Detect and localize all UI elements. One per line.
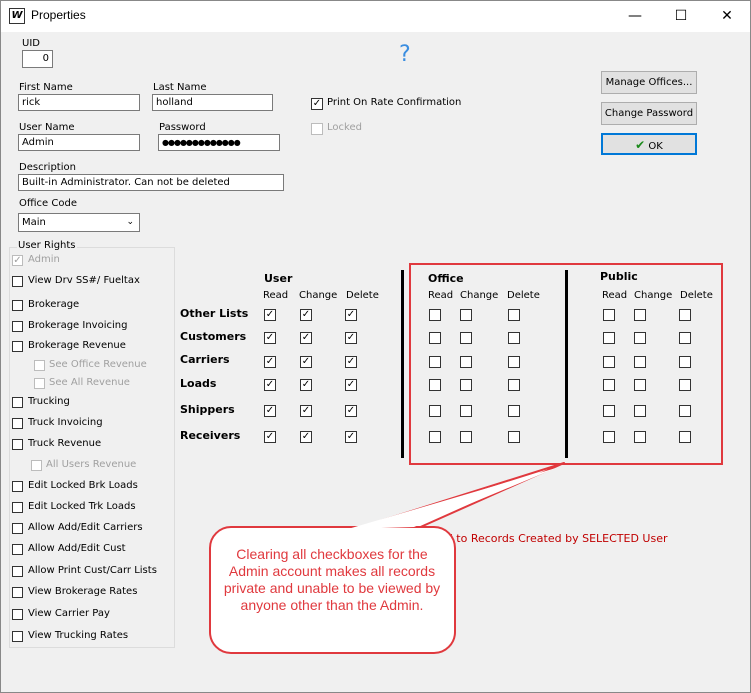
callout-text: Clearing all checkboxes for the Admin ac… <box>223 546 441 613</box>
